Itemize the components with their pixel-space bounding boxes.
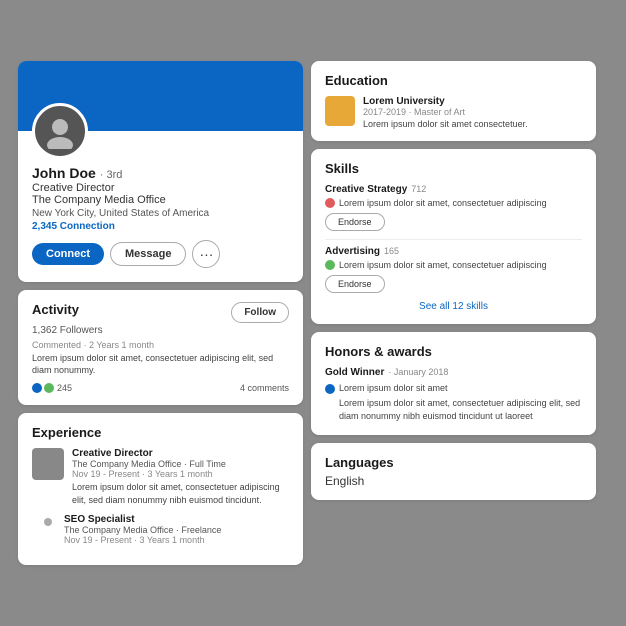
honor-desc-wrap: Lorem ipsum dolor sit amet Lorem ipsum d…	[339, 382, 582, 423]
experience-title: Experience	[32, 425, 289, 440]
activity-title: Activity	[32, 302, 79, 317]
education-title: Education	[325, 73, 582, 88]
honors-title: Honors & awards	[325, 344, 582, 359]
skill-count-2: 165	[384, 246, 399, 256]
comments-count: 4 comments	[240, 383, 289, 393]
reaction-dot-blue	[32, 383, 42, 393]
exp-title-1: Creative Director	[72, 448, 289, 459]
edu-icon	[325, 96, 355, 126]
reaction-count: 245	[57, 383, 72, 393]
connect-button[interactable]: Connect	[32, 243, 104, 265]
activity-card: Activity Follow 1,362 Followers Commente…	[18, 290, 303, 405]
profile-company: The Company Media Office	[32, 194, 289, 206]
followers-count: 1,362 Followers	[32, 325, 289, 336]
skill-header-1: Creative Strategy 712	[325, 184, 582, 195]
edu-desc: Lorem ipsum dolor sit amet consectetuer.	[363, 119, 528, 129]
see-all-skills[interactable]: See all 12 skills	[325, 301, 582, 312]
exp-date-2: Nov 19 - Present · 3 Years 1 month	[64, 535, 221, 545]
endorse-button-1[interactable]: Endorse	[325, 213, 385, 231]
edu-item: Lorem University 2017-2019 · Master of A…	[325, 96, 582, 129]
left-panel: John Doe · 3rd Creative Director The Com…	[18, 61, 303, 565]
honor-date: · January 2018	[388, 367, 448, 377]
skill-item-2: Advertising 165 Lorem ipsum dolor sit am…	[325, 246, 582, 293]
skill-name-1: Creative Strategy	[325, 184, 407, 195]
skill-name-2: Advertising	[325, 246, 380, 257]
activity-footer: 245 4 comments	[32, 383, 289, 393]
skill-header-2: Advertising 165	[325, 246, 582, 257]
more-button[interactable]: ···	[192, 240, 220, 268]
skills-card: Skills Creative Strategy 712 Lorem ipsum…	[311, 149, 596, 324]
profile-card: John Doe · 3rd Creative Director The Com…	[18, 61, 303, 282]
exp-date-1: Nov 19 - Present · 3 Years 1 month	[72, 469, 289, 479]
experience-card: Experience Creative Director The Company…	[18, 413, 303, 565]
honors-card: Honors & awards Gold Winner · January 20…	[311, 332, 596, 435]
profile-connections: 2,345 Connection	[32, 221, 289, 232]
skills-divider	[325, 239, 582, 240]
exp-company-1: The Company Media Office · Full Time	[72, 459, 289, 469]
reaction-dots	[32, 383, 54, 393]
avatar	[32, 103, 88, 159]
languages-card: Languages English	[311, 443, 596, 500]
avatar-wrap	[32, 103, 289, 159]
skill-desc-1: Lorem ipsum dolor sit amet, consectetuer…	[325, 198, 582, 208]
exp-details-1: Creative Director The Company Media Offi…	[72, 448, 289, 506]
edu-school: Lorem University	[363, 96, 528, 107]
honor-desc-2: Lorem ipsum dolor sit amet, consectetuer…	[339, 397, 582, 422]
exp-desc-1: Lorem ipsum dolor sit amet, consectetuer…	[72, 481, 289, 506]
profile-actions: Connect Message ···	[32, 240, 289, 268]
exp-item-1: Creative Director The Company Media Offi…	[32, 448, 289, 506]
profile-info: John Doe · 3rd Creative Director The Com…	[18, 103, 303, 282]
skill-count-1: 712	[411, 184, 426, 194]
activity-text: Lorem ipsum dolor sit amet, consectetuer…	[32, 352, 289, 377]
profile-degree: · 3rd	[100, 169, 123, 181]
exp-icon-1	[32, 448, 64, 480]
profile-title: Creative Director	[32, 182, 289, 194]
exp-dot-2	[44, 518, 52, 526]
honor-dot-blue	[325, 384, 335, 394]
follow-button[interactable]: Follow	[231, 302, 289, 323]
education-card: Education Lorem University 2017-2019 · M…	[311, 61, 596, 141]
message-button[interactable]: Message	[110, 242, 186, 266]
honor-content: Lorem ipsum dolor sit amet Lorem ipsum d…	[325, 382, 582, 423]
honor-name: Gold Winner	[325, 367, 384, 378]
skill-item-1: Creative Strategy 712 Lorem ipsum dolor …	[325, 184, 582, 231]
skill-desc-text-2: Lorem ipsum dolor sit amet, consectetuer…	[339, 260, 547, 270]
right-panel: Education Lorem University 2017-2019 · M…	[311, 61, 596, 565]
skill-desc-2: Lorem ipsum dolor sit amet, consectetuer…	[325, 260, 582, 270]
exp-company-2: The Company Media Office · Freelance	[64, 525, 221, 535]
profile-location: New York City, United States of America	[32, 208, 289, 219]
edu-details: Lorem University 2017-2019 · Master of A…	[363, 96, 528, 129]
edu-dates: 2017-2019 · Master of Art	[363, 107, 528, 117]
language-name: English	[325, 474, 582, 488]
activity-header: Activity Follow	[32, 302, 289, 323]
skill-desc-text-1: Lorem ipsum dolor sit amet, consectetuer…	[339, 198, 547, 208]
honor-title-row: Gold Winner · January 2018	[325, 367, 582, 378]
activity-meta: Commented · 2 Years 1 month	[32, 340, 289, 350]
profile-name: John Doe	[32, 165, 96, 181]
honor-desc-1: Lorem ipsum dolor sit amet	[339, 382, 582, 395]
reaction-dot-green	[44, 383, 54, 393]
skill-dot-red	[325, 198, 335, 208]
skills-title: Skills	[325, 161, 582, 176]
languages-title: Languages	[325, 455, 582, 470]
reactions-row: 245	[32, 383, 72, 393]
skill-dot-green	[325, 260, 335, 270]
exp-title-2: SEO Specialist	[64, 514, 221, 525]
exp-details-2: SEO Specialist The Company Media Office …	[64, 514, 221, 545]
endorse-button-2[interactable]: Endorse	[325, 275, 385, 293]
exp-item-2: SEO Specialist The Company Media Office …	[32, 514, 289, 545]
